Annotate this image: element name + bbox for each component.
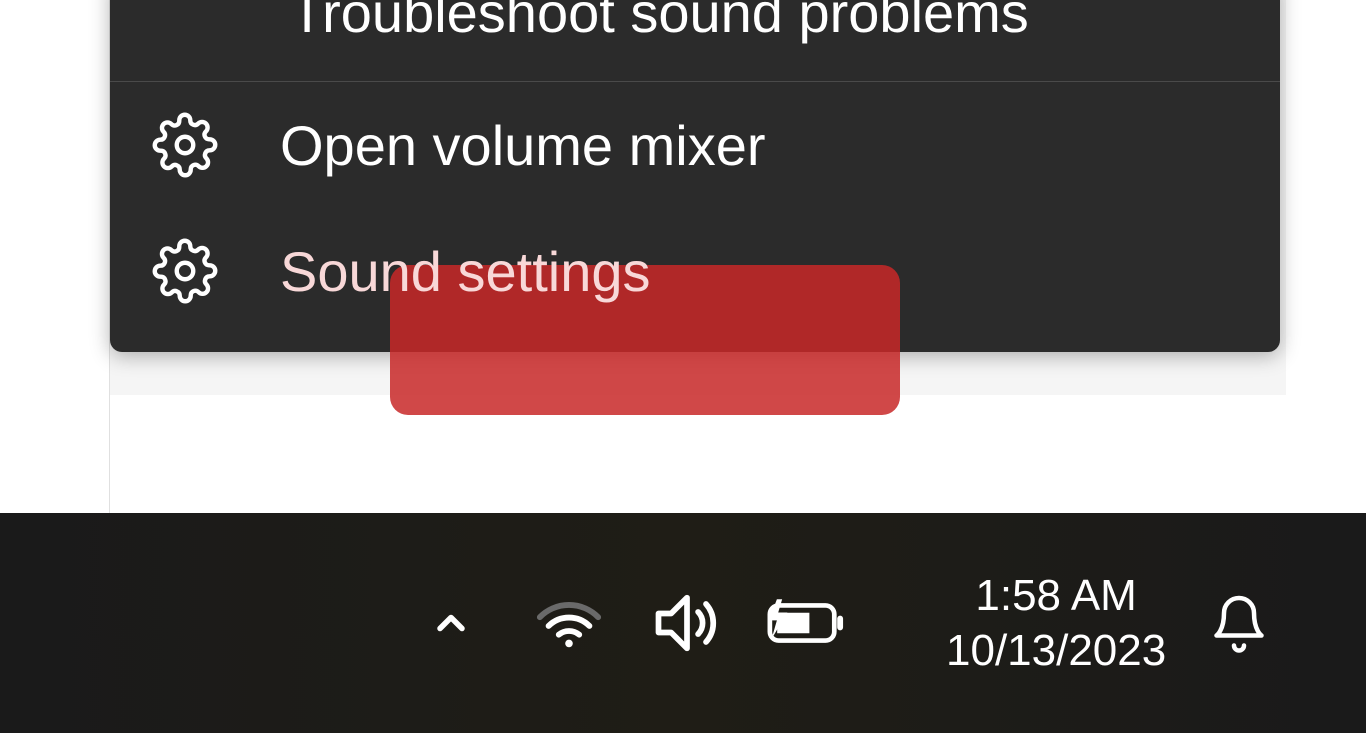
- notifications-button[interactable]: [1198, 582, 1280, 664]
- taskbar: 1:58 AM 10/13/2023: [0, 513, 1366, 733]
- background-left: [0, 0, 110, 515]
- menu-label-troubleshoot: Troubleshoot sound problems: [290, 0, 1029, 45]
- taskbar-time: 1:58 AM: [975, 568, 1136, 623]
- menu-item-sound-settings[interactable]: Sound settings: [110, 208, 1280, 334]
- page-container: Troubleshoot sound problems Open volume …: [0, 0, 1366, 733]
- menu-label-sound-settings: Sound settings: [280, 239, 650, 304]
- background-right: [1286, 0, 1366, 515]
- taskbar-date: 10/13/2023: [946, 623, 1166, 678]
- taskbar-clock[interactable]: 1:58 AM 10/13/2023: [946, 568, 1166, 678]
- wifi-icon[interactable]: [528, 582, 610, 664]
- battery-charging-icon[interactable]: [764, 582, 846, 664]
- gear-icon: [150, 110, 220, 180]
- system-tray: [410, 582, 846, 664]
- gear-icon: [150, 236, 220, 306]
- show-hidden-icons-button[interactable]: [410, 582, 492, 664]
- menu-label-volume-mixer: Open volume mixer: [280, 113, 766, 178]
- menu-item-volume-mixer[interactable]: Open volume mixer: [110, 82, 1280, 208]
- menu-item-troubleshoot[interactable]: Troubleshoot sound problems: [110, 0, 1280, 81]
- volume-icon[interactable]: [646, 582, 728, 664]
- sound-context-menu: Troubleshoot sound problems Open volume …: [110, 0, 1280, 352]
